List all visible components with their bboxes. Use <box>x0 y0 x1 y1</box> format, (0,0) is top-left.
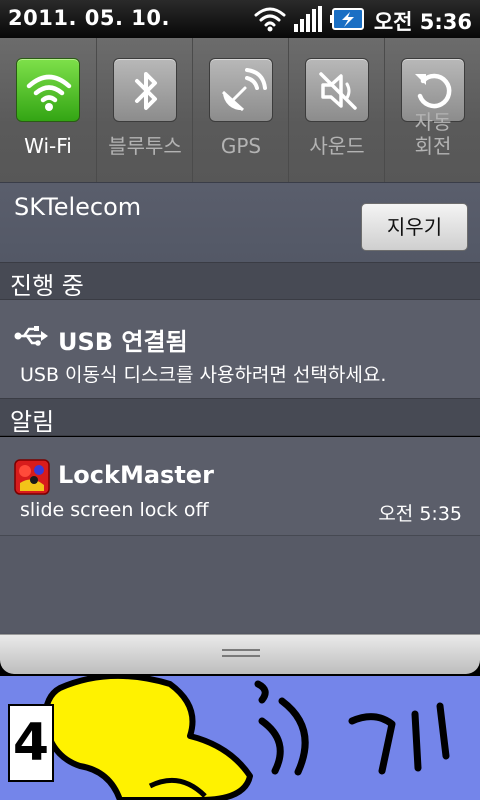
carrier-row: SKTelecom 지우기 <box>0 182 480 262</box>
lockmaster-app-icon <box>14 459 50 495</box>
gps-toggle-button[interactable] <box>209 58 273 122</box>
toggle-wifi[interactable]: Wi-Fi <box>0 38 96 182</box>
toggle-label: GPS <box>220 134 262 158</box>
battery-charging-icon <box>330 8 364 30</box>
sound-muted-icon <box>319 72 357 110</box>
wifi-signal-icon <box>254 7 286 27</box>
panel-drag-handle[interactable] <box>0 634 480 674</box>
gps-icon <box>221 68 267 112</box>
lockmaster-text: slide screen lock off <box>20 499 209 521</box>
toggle-auto-rotate[interactable]: 자동 회전 <box>384 38 480 182</box>
toggle-label-line2: 회전 <box>414 134 452 158</box>
status-icons <box>254 6 364 32</box>
toggle-label-line1: 자동 <box>414 110 452 134</box>
status-date: 2011. 05. 10. <box>8 6 170 30</box>
toggle-label: Wi-Fi <box>24 134 72 158</box>
notifications-header-label: 알림 <box>10 408 55 436</box>
toggle-label: 자동 회전 <box>385 110 480 158</box>
toggle-label: 사운드 <box>309 134 365 158</box>
bluetooth-toggle-button[interactable] <box>113 58 177 122</box>
wallpaper-art-image <box>42 676 450 800</box>
toggle-label: 블루투스 <box>108 134 182 158</box>
usb-notification-text: USB 이동식 디스크를 사용하려면 선택하세요. <box>20 364 387 386</box>
usb-notification-title: USB 연결됨 <box>58 328 188 356</box>
ongoing-header: 진행 중 <box>0 262 480 300</box>
bluetooth-icon <box>135 72 157 110</box>
page-number-badge: 4 <box>8 704 54 782</box>
grip-lines-icon <box>222 649 260 657</box>
quick-settings-toggles: Wi-Fi 블루투스 GPS 사운드 자동 회전 <box>0 38 480 182</box>
wallpaper-peek <box>0 676 480 800</box>
lockmaster-title: LockMaster <box>58 461 214 489</box>
lockmaster-notification[interactable]: LockMaster slide screen lock off 오전 5:35 <box>0 437 480 535</box>
toggle-sound[interactable]: 사운드 <box>288 38 384 182</box>
ongoing-header-label: 진행 중 <box>10 272 84 300</box>
usb-notification[interactable]: USB 연결됨 USB 이동식 디스크를 사용하려면 선택하세요. <box>0 300 480 398</box>
clear-button[interactable]: 지우기 <box>361 203 468 251</box>
status-bar: 2011. 05. 10. 오전 5:36 <box>0 0 480 38</box>
toggle-bluetooth[interactable]: 블루투스 <box>96 38 192 182</box>
carrier-name: SKTelecom <box>14 193 142 221</box>
sound-toggle-button[interactable] <box>305 58 369 122</box>
cell-signal-icon <box>294 6 322 32</box>
wifi-icon <box>26 74 72 111</box>
toggle-gps[interactable]: GPS <box>192 38 288 182</box>
auto-rotate-icon <box>415 73 452 109</box>
lockmaster-time: 오전 5:35 <box>378 503 462 525</box>
wifi-toggle-button[interactable] <box>16 58 80 122</box>
usb-icon <box>14 326 48 346</box>
notifications-header: 알림 <box>0 398 480 436</box>
notification-empty-area <box>0 535 480 635</box>
status-time: 오전 5:36 <box>373 10 472 34</box>
